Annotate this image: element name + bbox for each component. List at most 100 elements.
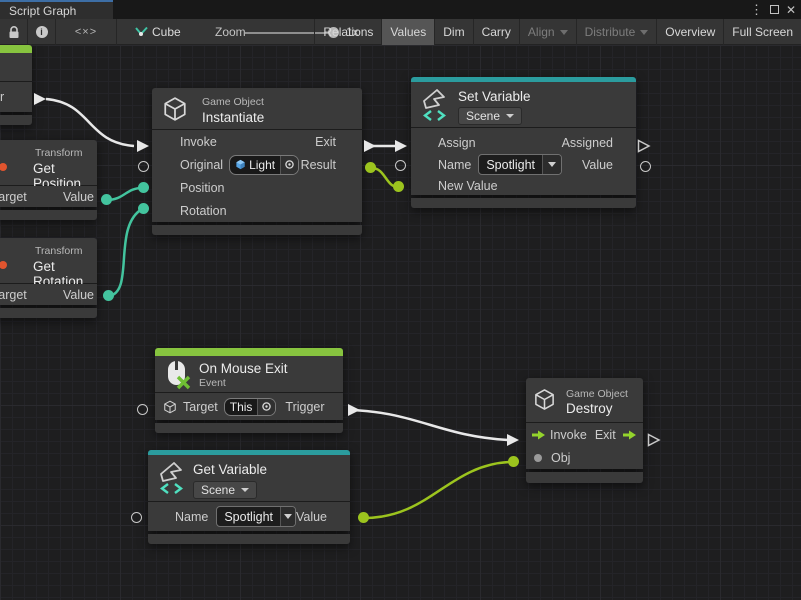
port-label-invoke: Invoke xyxy=(550,428,587,442)
variable-kind-dropdown[interactable]: Scene xyxy=(193,481,257,499)
node-partial-event[interactable]: r xyxy=(0,45,32,125)
port-label-name: Name xyxy=(175,510,208,524)
graph-target-label: Cube xyxy=(152,19,181,45)
port-value-out[interactable] xyxy=(640,161,651,172)
window-controls: ⋮ ✕ xyxy=(750,0,796,19)
code-icon: <×> xyxy=(75,26,97,38)
port-original-in[interactable] xyxy=(138,161,149,172)
variable-name-value: Spotlight xyxy=(217,510,280,524)
cube-icon xyxy=(163,400,177,414)
overview-button[interactable]: Overview xyxy=(656,19,723,45)
port-label-result: Result xyxy=(301,158,336,172)
port-label-new-value: New Value xyxy=(438,179,498,193)
port-label-rotation: Rotation xyxy=(180,204,227,218)
port-name-in[interactable] xyxy=(131,512,142,523)
port-rotation-in[interactable] xyxy=(138,203,149,214)
node-instantiate[interactable]: Game Object Instantiate Invoke Exit Orig… xyxy=(152,88,362,235)
object-field-value: Light xyxy=(249,158,275,172)
port-result-out[interactable] xyxy=(365,162,376,173)
cube-icon xyxy=(533,388,556,411)
chevron-down-icon xyxy=(640,30,648,35)
port-assigned-out[interactable] xyxy=(637,139,651,153)
node-category: Game Object xyxy=(202,96,264,108)
dim-button[interactable]: Dim xyxy=(434,19,472,45)
node-title: Destroy xyxy=(566,401,613,416)
close-icon[interactable]: ✕ xyxy=(786,4,796,16)
gameobject-icon xyxy=(235,159,246,170)
port-exit-out[interactable] xyxy=(647,433,661,447)
variable-name-dropdown[interactable]: Spotlight xyxy=(216,506,296,527)
port-label-target: Target xyxy=(0,190,27,204)
object-picker-icon[interactable] xyxy=(257,399,275,415)
flow-arrow-icon xyxy=(531,430,546,440)
variable-icon xyxy=(157,460,189,496)
relations-button[interactable]: Relations xyxy=(314,19,381,45)
value-dot-icon xyxy=(534,454,542,462)
graph-canvas[interactable]: r Transform Get Position Target Value xyxy=(0,45,801,600)
port-trigger-out[interactable] xyxy=(347,403,361,417)
node-get-rotation[interactable]: Transform Get Rotation Target Value xyxy=(0,238,97,318)
port-label-value: Value xyxy=(296,510,327,524)
port-label-original: Original xyxy=(180,158,223,172)
port-value-out[interactable] xyxy=(358,512,369,523)
tab-label: Script Graph xyxy=(9,4,76,18)
port-position-in[interactable] xyxy=(138,182,149,193)
inspect-button[interactable]: <×> xyxy=(56,19,116,45)
port-label-obj: Obj xyxy=(551,451,570,465)
fullscreen-button[interactable]: Full Screen xyxy=(723,19,801,45)
port-label-target: Target xyxy=(0,288,27,302)
variable-kind-dropdown[interactable]: Scene xyxy=(458,107,522,125)
port-label-target: Target xyxy=(183,400,218,414)
lock-button[interactable] xyxy=(0,19,27,45)
port-label-value: Value xyxy=(63,288,94,302)
node-on-mouse-exit[interactable]: On Mouse Exit Event Target This Trigger xyxy=(155,348,343,433)
graph-asset-icon xyxy=(133,19,149,45)
port-name-in[interactable] xyxy=(395,160,406,171)
kebab-menu-icon[interactable]: ⋮ xyxy=(750,3,763,16)
distribute-dropdown[interactable]: Distribute xyxy=(576,19,657,45)
port-trigger-out[interactable] xyxy=(33,92,47,106)
original-object-field[interactable]: Light xyxy=(229,155,299,175)
variable-icon xyxy=(420,87,452,123)
port-obj-in[interactable] xyxy=(508,456,519,467)
transform-icon xyxy=(0,261,7,269)
port-label-assign: Assign xyxy=(438,136,476,150)
info-button[interactable]: i xyxy=(28,19,55,45)
port-getrotation-value-out[interactable] xyxy=(103,290,114,301)
chevron-down-icon xyxy=(506,114,514,118)
chevron-down-icon xyxy=(241,488,249,492)
port-new-value-in[interactable] xyxy=(393,181,404,192)
port-label-trigger: Trigger xyxy=(285,400,324,414)
flow-arrow-icon xyxy=(622,430,637,440)
values-button[interactable]: Values xyxy=(381,19,434,45)
node-destroy[interactable]: Game Object Destroy Invoke Exit xyxy=(526,378,643,483)
node-set-variable[interactable]: Set Variable Scene Assign Assigned Name … xyxy=(411,77,636,208)
object-picker-icon[interactable] xyxy=(280,156,298,174)
tab-script-graph[interactable]: Script Graph xyxy=(0,0,113,19)
node-subtitle: Event xyxy=(199,377,226,389)
node-get-variable[interactable]: Get Variable Scene Name Spotlight Value xyxy=(148,450,350,544)
port-target-in[interactable] xyxy=(137,404,148,415)
port-assign-in[interactable] xyxy=(394,139,408,153)
node-category: Transform xyxy=(35,147,82,159)
graph-toolbar: i <×> Cube Zoom 1x Relations Values Dim xyxy=(0,19,801,45)
value-wire-getvariable-to-obj xyxy=(364,462,510,518)
value-wire-getposition-to-position xyxy=(107,188,142,200)
variable-name-value: Spotlight xyxy=(479,158,542,172)
port-invoke-in[interactable] xyxy=(506,433,520,447)
maximize-icon[interactable] xyxy=(770,5,779,14)
target-object-field[interactable]: This xyxy=(224,398,277,416)
variable-name-dropdown[interactable]: Spotlight xyxy=(478,154,562,175)
port-invoke-in[interactable] xyxy=(136,139,150,153)
port-getposition-value-out[interactable] xyxy=(101,194,112,205)
port-label-assigned: Assigned xyxy=(562,136,613,150)
carry-button[interactable]: Carry xyxy=(473,19,519,45)
tab-strip: Script Graph ⋮ ✕ xyxy=(0,0,801,19)
visual-scripting-window: Script Graph ⋮ ✕ i <×> xyxy=(0,0,801,600)
flow-wire-enter-to-instantiate xyxy=(46,99,134,146)
port-label-name: Name xyxy=(438,158,471,172)
port-exit-out[interactable] xyxy=(363,139,377,153)
port-label-invoke: Invoke xyxy=(180,135,217,149)
node-get-position[interactable]: Transform Get Position Target Value xyxy=(0,140,97,220)
align-dropdown[interactable]: Align xyxy=(519,19,576,45)
